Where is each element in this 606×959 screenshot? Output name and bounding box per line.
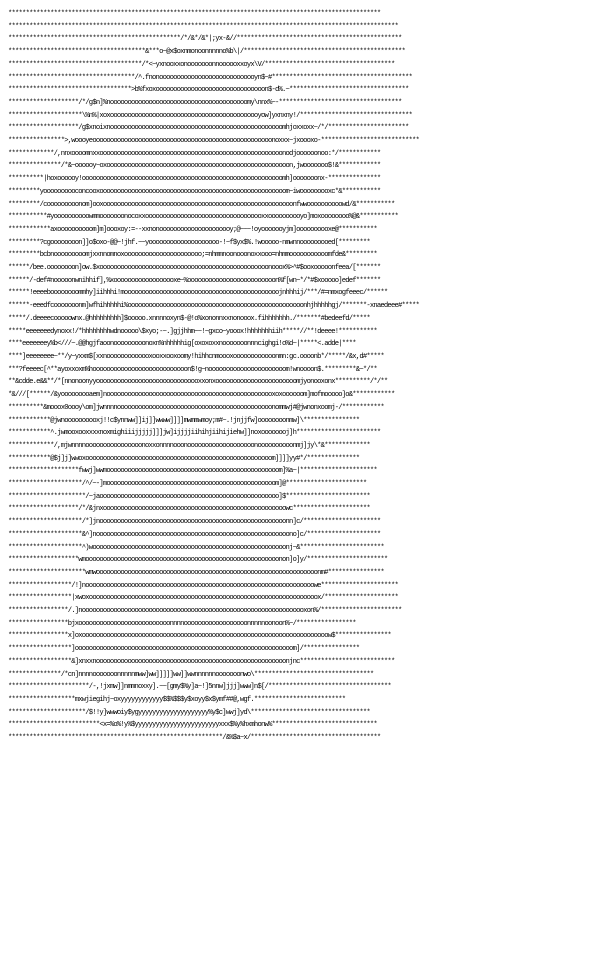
ascii-art-block: ****************************************… bbox=[8, 8, 606, 745]
